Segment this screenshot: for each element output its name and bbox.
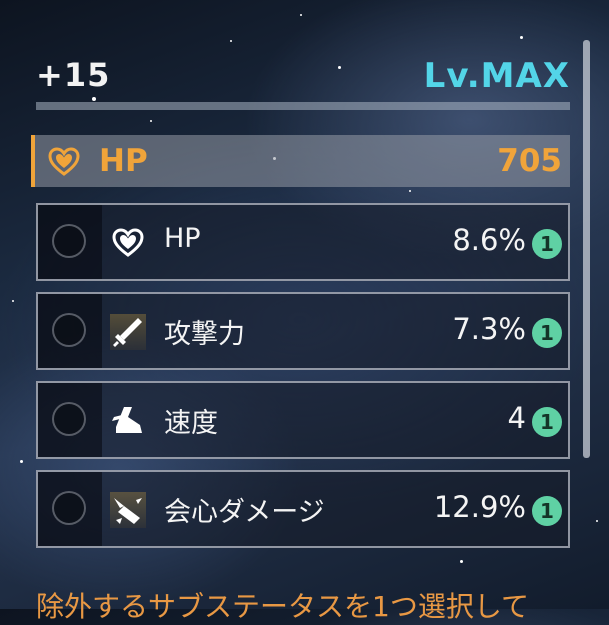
heart-icon — [48, 147, 80, 176]
crit-damage-icon — [110, 492, 146, 528]
substat-row-attack[interactable]: 攻撃力 7.3% 1 — [36, 292, 570, 370]
substat-label: 攻撃力 — [164, 319, 245, 350]
level-status: Lv.MAX — [423, 56, 570, 96]
substat-row-speed[interactable]: 速度 4 1 — [36, 381, 570, 459]
enhance-level: +15 — [36, 56, 111, 94]
star-decoration — [409, 190, 411, 192]
main-stat-label: HP — [99, 143, 148, 179]
roll-count-badge: 1 — [532, 496, 562, 526]
substat-select-radio[interactable] — [52, 491, 86, 525]
instruction-text: 除外するサブステータスを1つ選択して — [36, 590, 529, 623]
star-decoration — [230, 40, 232, 42]
substat-label: 速度 — [164, 408, 218, 439]
star-decoration — [520, 36, 523, 39]
substat-value: 8.6% — [452, 223, 526, 257]
boot-icon — [112, 407, 142, 433]
scrollbar[interactable] — [583, 40, 590, 458]
substat-row-hp[interactable]: HP 8.6% 1 — [36, 203, 570, 281]
roll-count-badge: 1 — [532, 318, 562, 348]
substat-select-radio[interactable] — [52, 224, 86, 258]
main-stat-value: 705 — [497, 143, 562, 179]
roll-count-badge: 1 — [532, 229, 562, 259]
main-stat-row: HP 705 — [31, 135, 570, 187]
substat-value: 12.9% — [433, 490, 526, 524]
stat-panel-header: +15 Lv.MAX — [36, 56, 570, 100]
level-progress-bar — [36, 102, 570, 110]
substat-label: HP — [164, 223, 201, 254]
star-decoration — [150, 120, 152, 122]
roll-count-badge: 1 — [532, 407, 562, 437]
sword-icon — [110, 314, 146, 350]
substat-select-radio[interactable] — [52, 402, 86, 436]
star-decoration — [460, 560, 463, 563]
star-decoration — [300, 14, 302, 16]
substat-label: 会心ダメージ — [164, 497, 325, 528]
star-decoration — [596, 520, 598, 522]
star-decoration — [12, 300, 14, 302]
substat-select-radio[interactable] — [52, 313, 86, 347]
substat-value: 4 — [507, 401, 526, 435]
substat-row-crit-damage[interactable]: 会心ダメージ 12.9% 1 — [36, 470, 570, 548]
substat-value: 7.3% — [452, 312, 526, 346]
heart-icon — [112, 228, 144, 257]
star-decoration — [20, 460, 23, 463]
